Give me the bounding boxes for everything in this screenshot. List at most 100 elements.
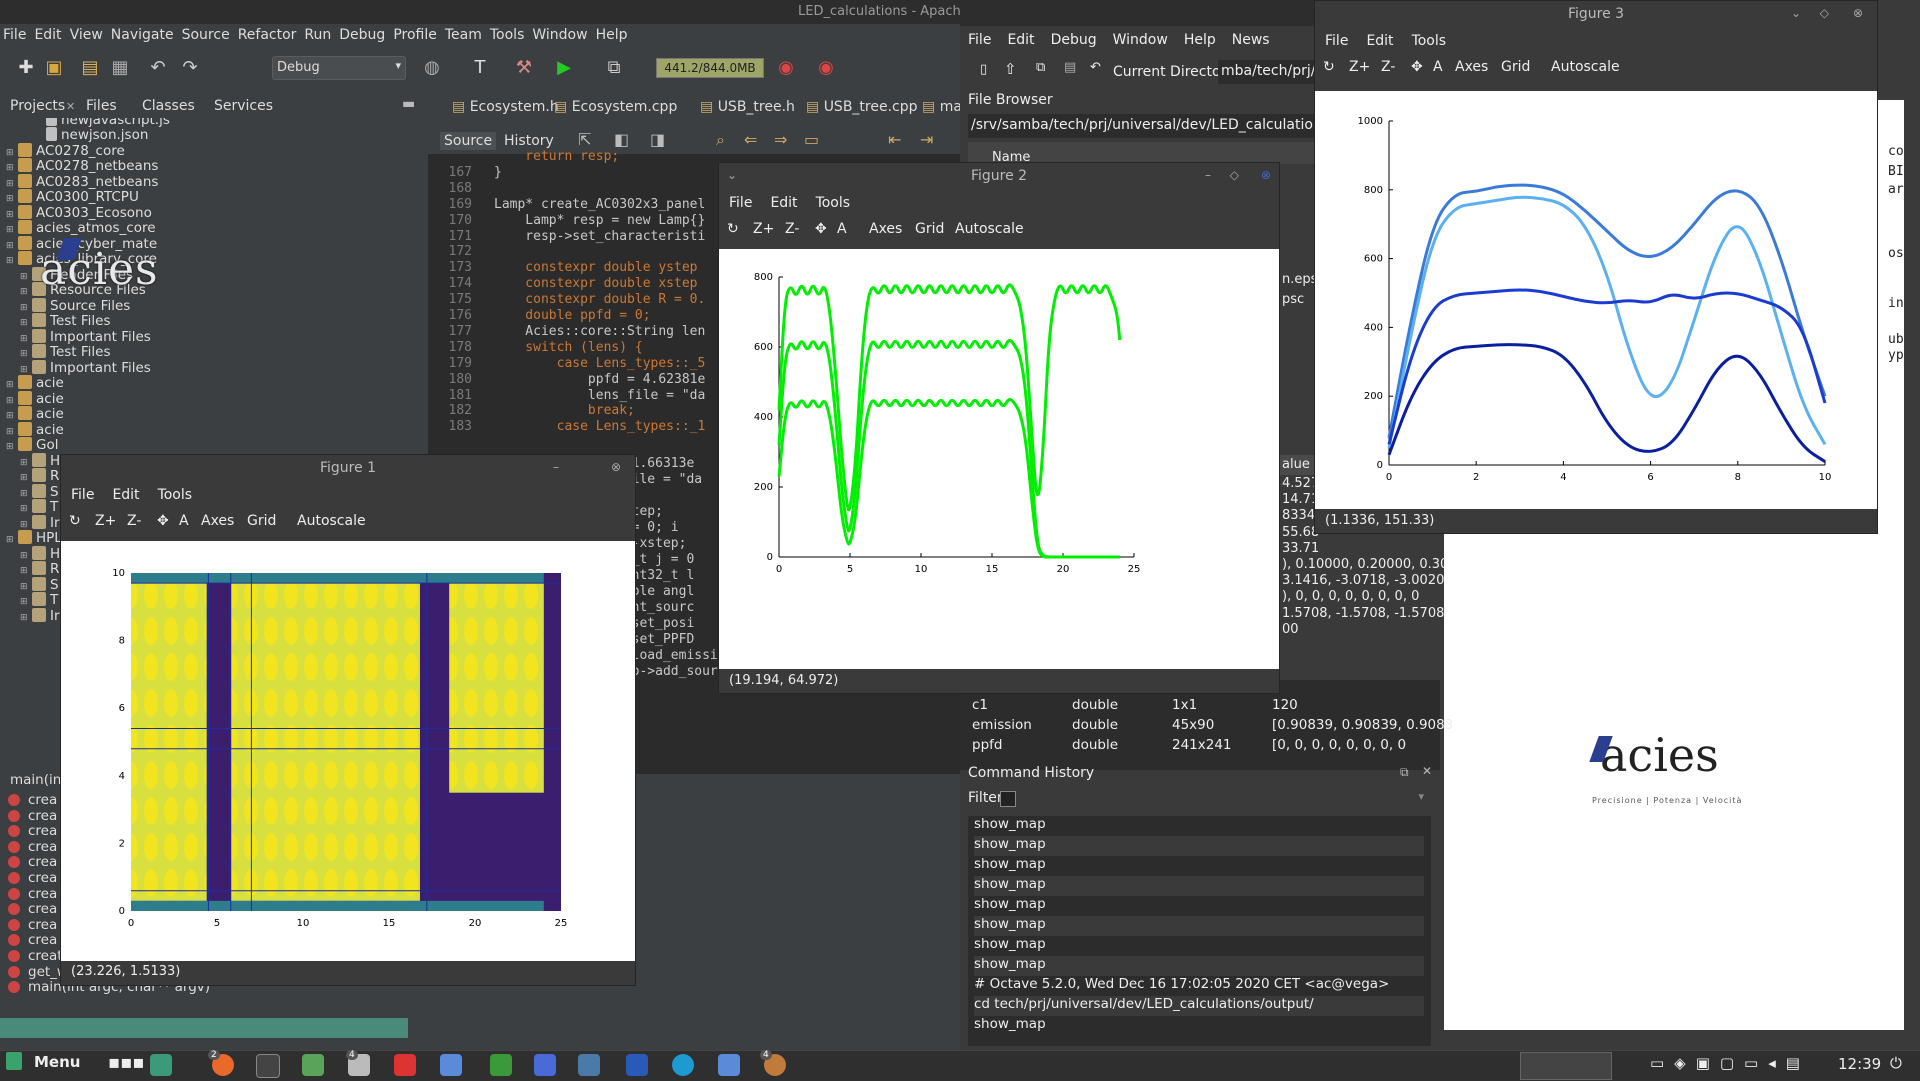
zoom-in-button[interactable]: Z+: [95, 513, 116, 529]
menu-help[interactable]: Help: [593, 24, 633, 43]
forward-icon[interactable]: ◨: [650, 130, 665, 149]
menu-edit[interactable]: Edit: [1356, 29, 1401, 49]
expand-icon[interactable]: ⊞: [20, 566, 30, 576]
tab-services[interactable]: Services: [214, 98, 273, 114]
pan-icon[interactable]: ✥: [1411, 59, 1423, 75]
expand-icon[interactable]: ⊞: [6, 241, 16, 251]
expand-icon[interactable]: ⊞: [20, 272, 30, 282]
menu-edit[interactable]: Edit: [760, 191, 805, 211]
close-icon[interactable]: ✕: [66, 100, 75, 113]
run-icon[interactable]: ▶: [552, 56, 576, 80]
expand-icon[interactable]: ⊞: [20, 504, 30, 514]
filter-checkbox[interactable]: [1000, 791, 1016, 807]
expand-icon[interactable]: ⊞: [20, 520, 30, 530]
menu-refactor[interactable]: Refactor: [235, 24, 302, 43]
maximize-icon[interactable]: ◇: [1820, 6, 1829, 20]
close-icon[interactable]: ⊗: [1853, 6, 1863, 20]
menu-profile[interactable]: Profile: [390, 24, 442, 43]
calc-icon[interactable]: [490, 1054, 512, 1076]
axes-button[interactable]: Axes: [869, 221, 902, 237]
menu-window[interactable]: Window: [1105, 28, 1176, 48]
history-entry[interactable]: show_map: [974, 916, 1424, 936]
show-desktop-icon[interactable]: ▪▪▪: [108, 1052, 145, 1073]
debug-icon[interactable]: ⧉: [602, 56, 626, 80]
file-browser-path[interactable]: /srv/samba/tech/prj/universal/dev/LED_ca…: [968, 114, 1323, 138]
minimize-icon[interactable]: ▬: [402, 96, 415, 112]
expand-icon[interactable]: ⊞: [6, 427, 16, 437]
redo-icon[interactable]: ↷: [178, 56, 202, 80]
netbeans-icon[interactable]: [440, 1054, 462, 1076]
maximize-icon[interactable]: ◇: [1230, 168, 1239, 182]
menu-file[interactable]: File: [61, 483, 102, 503]
clean-build-icon[interactable]: ⚒: [512, 56, 536, 80]
editor-tab[interactable]: ▤ Ecosystem.cpp: [554, 99, 677, 115]
menu-edit[interactable]: Edit: [31, 24, 66, 43]
expand-icon[interactable]: ⊞: [20, 334, 30, 344]
file-entry[interactable]: n.eps: [1282, 272, 1317, 287]
rotate-icon[interactable]: ↻: [69, 513, 81, 529]
history-entry[interactable]: show_map: [974, 836, 1424, 856]
menu-navigate[interactable]: Navigate: [108, 24, 179, 43]
menu-file[interactable]: File: [719, 191, 760, 211]
undo-icon[interactable]: ↶: [146, 56, 170, 80]
tab-files[interactable]: Files: [86, 98, 117, 114]
expand-icon[interactable]: ⊞: [20, 318, 30, 328]
workspace-name[interactable]: ppfd: [972, 737, 1002, 753]
expand-icon[interactable]: ⊞: [20, 613, 30, 623]
menu-debug[interactable]: Debug: [1043, 28, 1105, 48]
expand-icon[interactable]: ⊞: [20, 597, 30, 607]
expand-icon[interactable]: ⊞: [20, 582, 30, 592]
tab-source[interactable]: Source: [440, 132, 497, 150]
grid-button[interactable]: Grid: [247, 513, 276, 529]
minimize-icon[interactable]: ⌄: [1791, 6, 1801, 20]
workspace-switcher[interactable]: [1520, 1052, 1612, 1080]
expand-icon[interactable]: ⊞: [6, 210, 16, 220]
menu-file[interactable]: File: [0, 24, 31, 43]
autoscale-button[interactable]: Autoscale: [1551, 59, 1620, 75]
menu-tools[interactable]: Tools: [806, 191, 859, 211]
last-edit-icon[interactable]: ⇱: [578, 130, 591, 149]
history-entry[interactable]: show_map: [974, 816, 1424, 836]
expand-icon[interactable]: ⊞: [20, 349, 30, 359]
shift-left-icon[interactable]: ⇤: [888, 130, 901, 149]
editor-tab[interactable]: ▤ USB_tree.cpp: [806, 99, 918, 115]
close-icon[interactable]: ⊗: [1261, 168, 1271, 182]
tray-icons[interactable]: ▭◈▣▢▭◂▤: [1650, 1054, 1810, 1072]
kde-connect-icon[interactable]: [672, 1054, 694, 1076]
pan-icon[interactable]: ✥: [815, 221, 827, 237]
figure1-canvas[interactable]: 0 5 10 15 20 25 0 2 4 6 8 10: [61, 541, 635, 961]
figure3-canvas[interactable]: 0 2 4 6 8 10 0 200 400 600 800 1000: [1315, 91, 1877, 509]
terminal-icon[interactable]: [256, 1054, 280, 1078]
editor-tab[interactable]: ▤ Ecosystem.h: [452, 99, 559, 115]
tab-projects[interactable]: Projects: [10, 98, 65, 114]
tree-item[interactable]: ⊞ Ir: [20, 607, 60, 627]
toggle-highlight-icon[interactable]: ▭: [804, 130, 819, 149]
netbeans-icon[interactable]: [718, 1054, 740, 1076]
zoom-out-button[interactable]: Z-: [1381, 59, 1395, 75]
history-entry[interactable]: show_map: [974, 1016, 1424, 1036]
app-icon[interactable]: [394, 1054, 416, 1076]
expand-icon[interactable]: ⊞: [6, 256, 16, 266]
filter-input[interactable]: ▾: [1020, 790, 1430, 808]
zoom-in-button[interactable]: Z+: [753, 221, 774, 237]
configuration-select[interactable]: Debug ▾: [272, 56, 406, 80]
grid-button[interactable]: Grid: [1501, 59, 1530, 75]
profile-icon[interactable]: ◉: [774, 56, 798, 80]
start-menu-button[interactable]: Menu: [6, 1052, 80, 1078]
history-entry[interactable]: show_map: [974, 896, 1424, 916]
menu-team[interactable]: Team: [442, 24, 487, 43]
folder-icon[interactable]: [302, 1054, 324, 1076]
window-menu-icon[interactable]: ⌄: [727, 168, 737, 182]
find-icon[interactable]: ⌕: [716, 130, 725, 150]
save-all-icon[interactable]: ▦: [108, 56, 132, 80]
pan-icon[interactable]: ✥: [157, 513, 169, 529]
zoom-out-button[interactable]: Z-: [785, 221, 799, 237]
close-icon[interactable]: ✕: [1422, 764, 1432, 778]
axes-button[interactable]: Axes: [1455, 59, 1488, 75]
expand-icon[interactable]: ⊞: [6, 535, 16, 545]
text-icon[interactable]: A: [1433, 59, 1443, 75]
menu-tools[interactable]: Tools: [487, 24, 530, 43]
history-entry[interactable]: show_map: [974, 956, 1424, 976]
expand-icon[interactable]: ⊞: [6, 396, 16, 406]
expand-icon[interactable]: ⊞: [20, 551, 30, 561]
